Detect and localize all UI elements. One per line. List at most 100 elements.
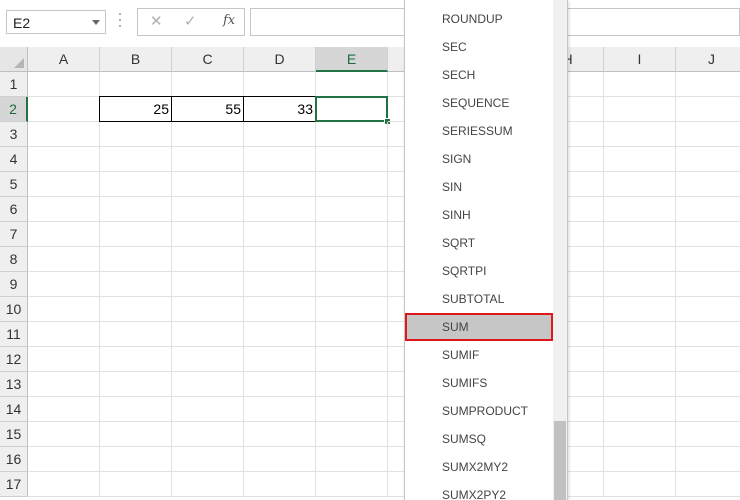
cell-b10[interactable] xyxy=(100,297,172,322)
cell-e8[interactable] xyxy=(316,247,388,272)
cell-d13[interactable] xyxy=(244,372,316,397)
cell-i9[interactable] xyxy=(604,272,676,297)
cell-c17[interactable] xyxy=(172,472,244,497)
cell-e5[interactable] xyxy=(316,172,388,197)
cell-a3[interactable] xyxy=(28,122,100,147)
cell-d6[interactable] xyxy=(244,197,316,222)
cell-c2[interactable]: 55 xyxy=(171,96,244,122)
function-item-sumif[interactable]: SUMIF xyxy=(405,341,553,369)
cell-j13[interactable] xyxy=(676,372,740,397)
row-header-4[interactable]: 4 xyxy=(0,147,28,172)
cell-c6[interactable] xyxy=(172,197,244,222)
row-header-8[interactable]: 8 xyxy=(0,247,28,272)
cell-d4[interactable] xyxy=(244,147,316,172)
cell-c5[interactable] xyxy=(172,172,244,197)
cell-a11[interactable] xyxy=(28,322,100,347)
cell-i16[interactable] xyxy=(604,447,676,472)
column-header-b[interactable]: B xyxy=(100,47,172,72)
name-box[interactable]: E2 xyxy=(6,10,106,34)
cell-c14[interactable] xyxy=(172,397,244,422)
cell-j11[interactable] xyxy=(676,322,740,347)
cell-e15[interactable] xyxy=(316,422,388,447)
cell-a10[interactable] xyxy=(28,297,100,322)
cell-j3[interactable] xyxy=(676,122,740,147)
cell-c13[interactable] xyxy=(172,372,244,397)
cell-a15[interactable] xyxy=(28,422,100,447)
function-item-sqrtpi[interactable]: SQRTPI xyxy=(405,257,553,285)
row-header-12[interactable]: 12 xyxy=(0,347,28,372)
column-header-d[interactable]: D xyxy=(244,47,316,72)
row-header-11[interactable]: 11 xyxy=(0,322,28,347)
cell-i8[interactable] xyxy=(604,247,676,272)
column-header-a[interactable]: A xyxy=(28,47,100,72)
cell-d9[interactable] xyxy=(244,272,316,297)
cell-d10[interactable] xyxy=(244,297,316,322)
cell-c11[interactable] xyxy=(172,322,244,347)
cell-i17[interactable] xyxy=(604,472,676,497)
function-item-sumx2py2[interactable]: SUMX2PY2 xyxy=(405,481,553,500)
cell-b2[interactable]: 25 xyxy=(99,96,172,122)
drag-handle-icon[interactable] xyxy=(119,13,122,30)
cell-e2[interactable] xyxy=(315,96,388,122)
cell-j10[interactable] xyxy=(676,297,740,322)
row-header-10[interactable]: 10 xyxy=(0,297,28,322)
cell-e17[interactable] xyxy=(316,472,388,497)
cell-i13[interactable] xyxy=(604,372,676,397)
cell-e1[interactable] xyxy=(316,72,388,97)
cell-j6[interactable] xyxy=(676,197,740,222)
cell-i14[interactable] xyxy=(604,397,676,422)
column-header-e[interactable]: E xyxy=(316,47,388,72)
function-item-sech[interactable]: SECH xyxy=(405,61,553,89)
cell-j2[interactable] xyxy=(676,97,740,122)
cell-i5[interactable] xyxy=(604,172,676,197)
row-header-14[interactable]: 14 xyxy=(0,397,28,422)
cell-c1[interactable] xyxy=(172,72,244,97)
cell-d14[interactable] xyxy=(244,397,316,422)
cell-c16[interactable] xyxy=(172,447,244,472)
cell-b9[interactable] xyxy=(100,272,172,297)
cell-e10[interactable] xyxy=(316,297,388,322)
cell-i3[interactable] xyxy=(604,122,676,147)
cell-d7[interactable] xyxy=(244,222,316,247)
function-item-sum[interactable]: SUM xyxy=(405,313,553,341)
cell-d8[interactable] xyxy=(244,247,316,272)
column-header-j[interactable]: J xyxy=(676,47,740,72)
cell-i1[interactable] xyxy=(604,72,676,97)
cell-d15[interactable] xyxy=(244,422,316,447)
cell-b17[interactable] xyxy=(100,472,172,497)
row-header-9[interactable]: 9 xyxy=(0,272,28,297)
cell-d3[interactable] xyxy=(244,122,316,147)
cell-j5[interactable] xyxy=(676,172,740,197)
cell-c8[interactable] xyxy=(172,247,244,272)
cell-a17[interactable] xyxy=(28,472,100,497)
cell-e9[interactable] xyxy=(316,272,388,297)
cell-a13[interactable] xyxy=(28,372,100,397)
cell-j16[interactable] xyxy=(676,447,740,472)
row-header-3[interactable]: 3 xyxy=(0,122,28,147)
cell-b5[interactable] xyxy=(100,172,172,197)
cell-j17[interactable] xyxy=(676,472,740,497)
row-header-16[interactable]: 16 xyxy=(0,447,28,472)
cell-b8[interactable] xyxy=(100,247,172,272)
scrollbar[interactable] xyxy=(553,0,567,500)
cell-b3[interactable] xyxy=(100,122,172,147)
cell-b4[interactable] xyxy=(100,147,172,172)
cell-b12[interactable] xyxy=(100,347,172,372)
cell-e14[interactable] xyxy=(316,397,388,422)
cell-b16[interactable] xyxy=(100,447,172,472)
function-item-seriessum[interactable]: SERIESSUM xyxy=(405,117,553,145)
row-header-15[interactable]: 15 xyxy=(0,422,28,447)
cell-e12[interactable] xyxy=(316,347,388,372)
cell-c10[interactable] xyxy=(172,297,244,322)
cell-a8[interactable] xyxy=(28,247,100,272)
row-header-2[interactable]: 2 xyxy=(0,97,28,122)
cell-c4[interactable] xyxy=(172,147,244,172)
function-item-sumsq[interactable]: SUMSQ xyxy=(405,425,553,453)
cell-e6[interactable] xyxy=(316,197,388,222)
cell-d1[interactable] xyxy=(244,72,316,97)
cell-c3[interactable] xyxy=(172,122,244,147)
cell-b1[interactable] xyxy=(100,72,172,97)
cell-j1[interactable] xyxy=(676,72,740,97)
cancel-icon[interactable]: ✕ xyxy=(150,12,163,30)
cell-i12[interactable] xyxy=(604,347,676,372)
